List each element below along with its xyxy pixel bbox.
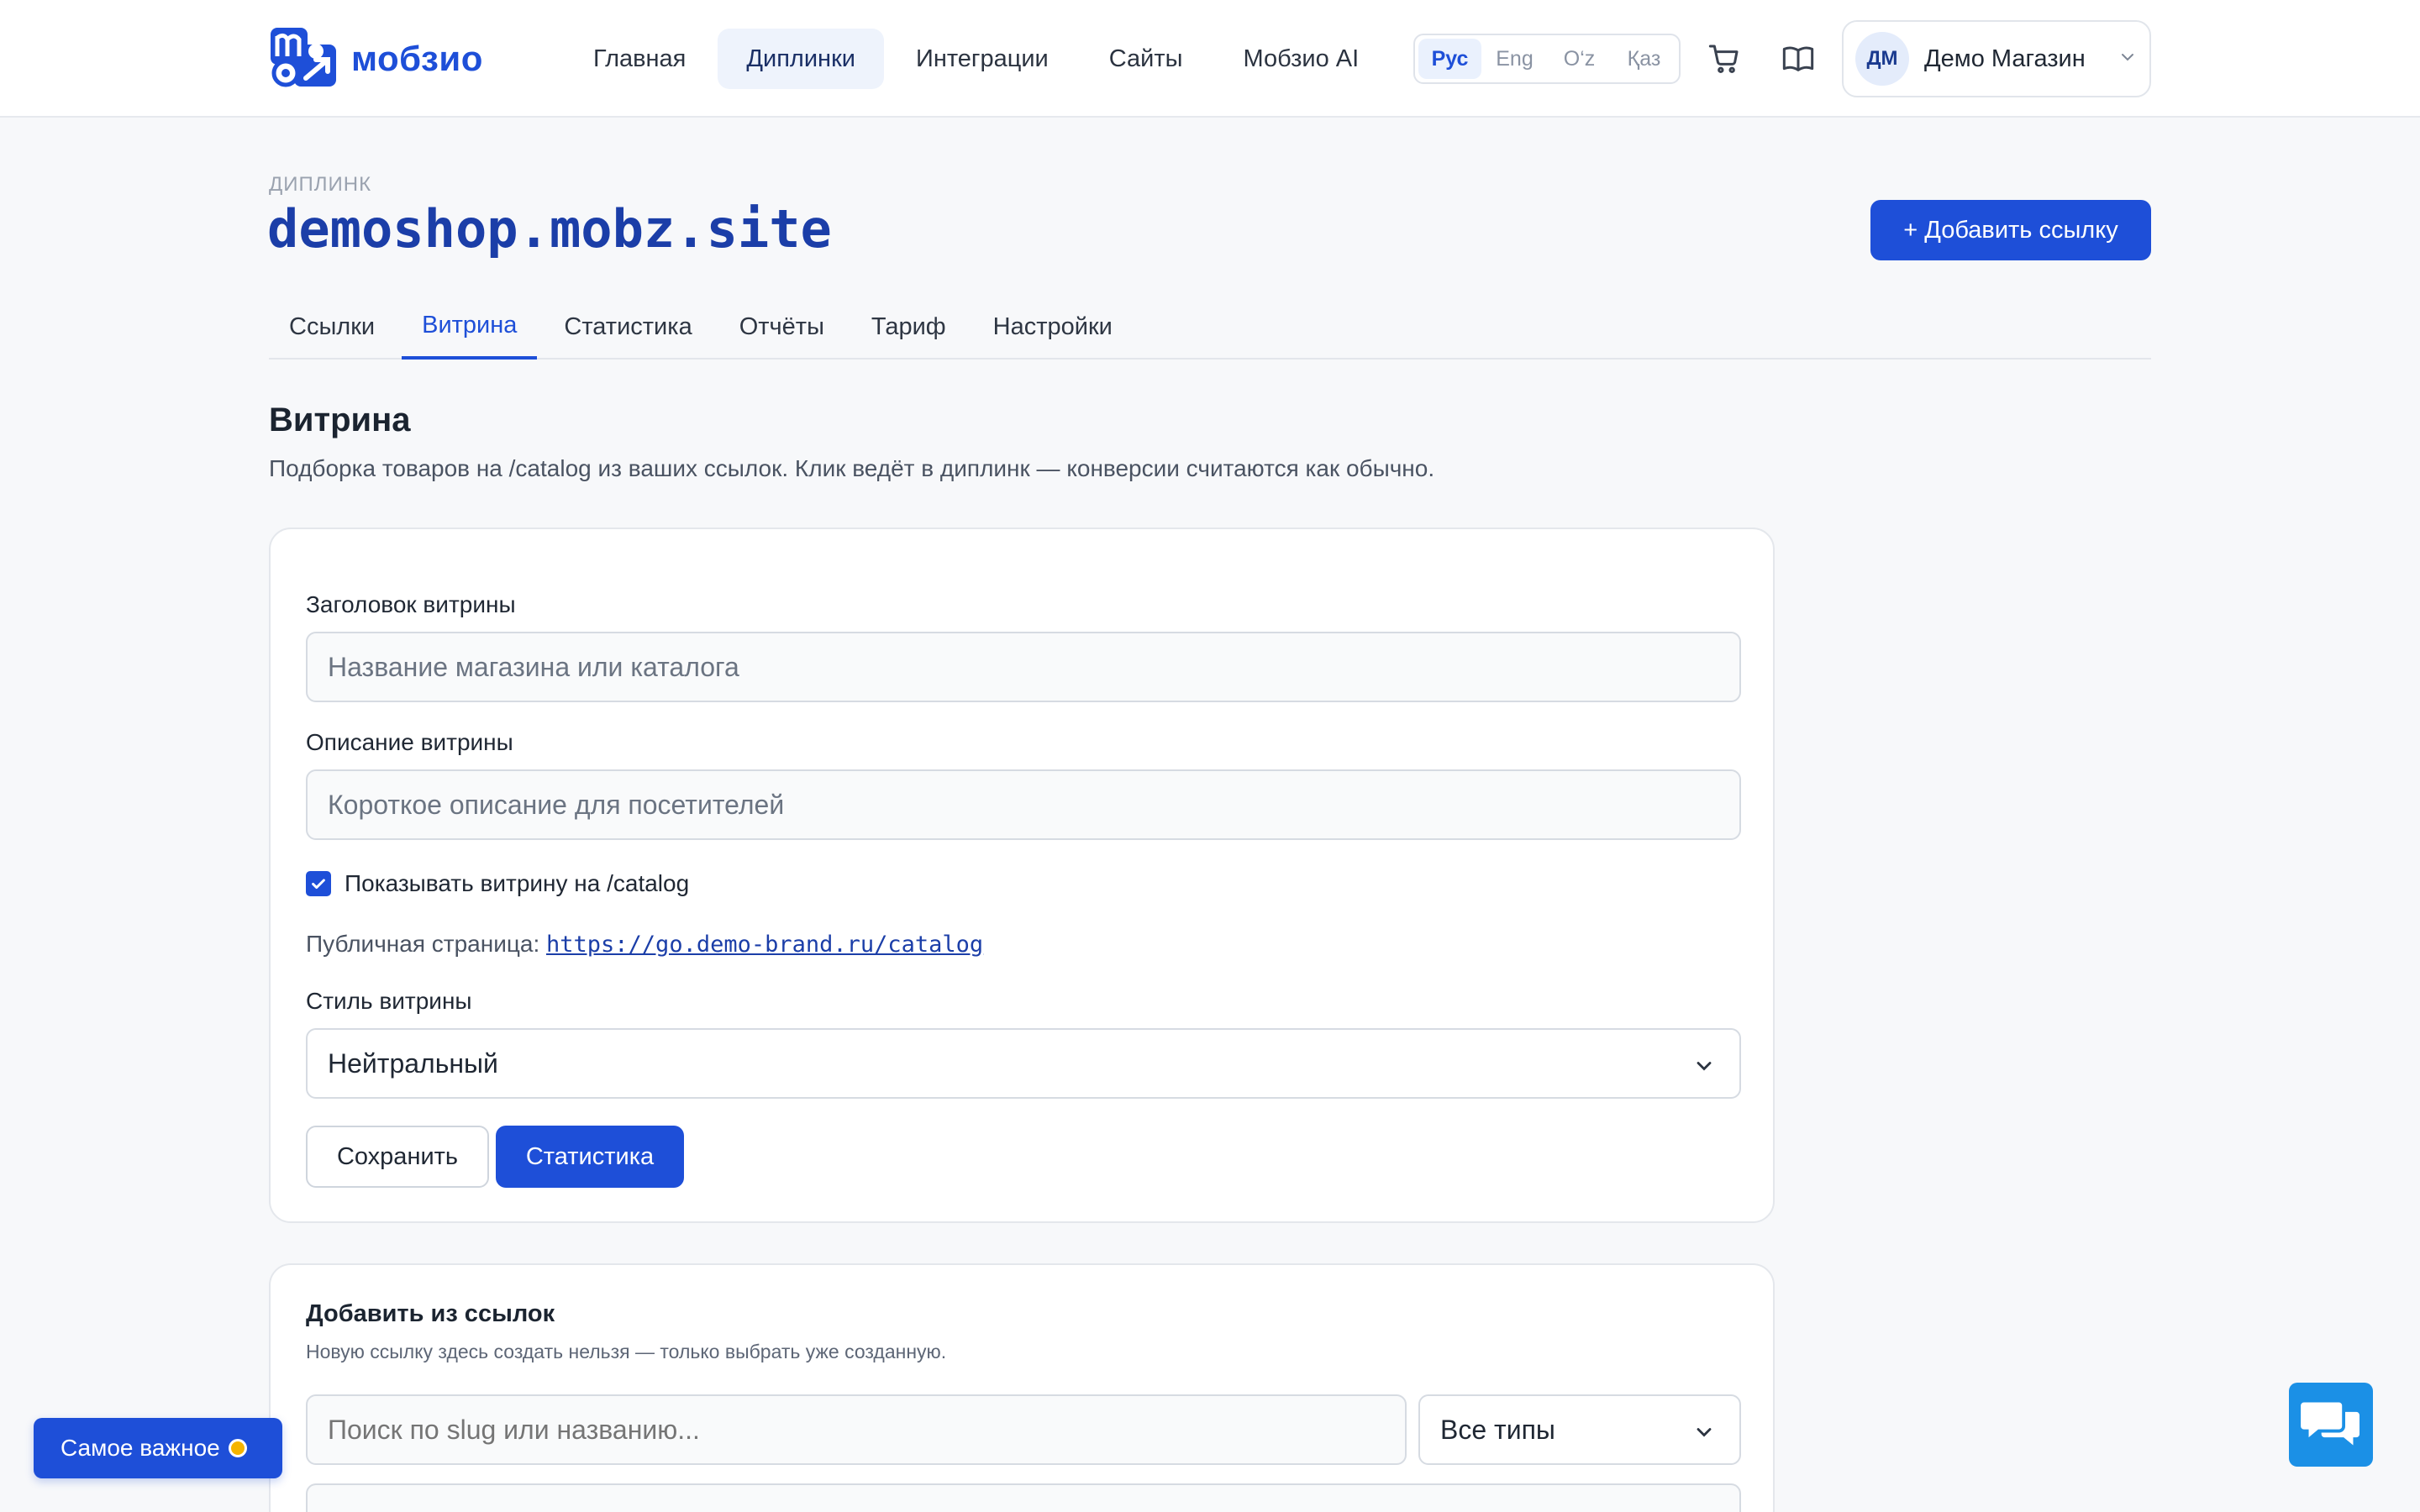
nav-home[interactable]: Главная [565,29,714,89]
cart-icon[interactable] [1704,39,1744,79]
show-catalog-label: Показывать витрину на /catalog [345,870,690,896]
description-field-label: Описание витрины [306,729,513,755]
title-field-label: Заголовок витрины [306,591,516,617]
links-list [306,1483,1741,1512]
logo-mark-icon [269,26,341,92]
section-description: Подборка товаров на /catalog из ваших сс… [269,455,1435,481]
tab-links[interactable]: Ссылки [269,294,395,360]
main-nav: Главная Диплинки Интеграции Сайты Мобзио… [565,29,1387,89]
notification-dot-icon [228,1439,247,1457]
tab-reports[interactable]: Отчёты [719,294,844,360]
book-icon[interactable] [1778,39,1818,79]
showcase-style-select[interactable]: Нейтральный [306,1028,1741,1099]
add-link-button[interactable]: + Добавить ссылку [1870,200,2151,260]
nav-sites[interactable]: Сайты [1081,29,1212,89]
statistics-button[interactable]: Статистика [496,1126,684,1188]
save-button[interactable]: Сохранить [306,1126,489,1188]
public-page-link[interactable]: https://go.demo-brand.ru/catalog [546,932,983,958]
lang-uz[interactable]: O‘z [1548,39,1611,79]
add-from-links-title: Добавить из ссылок [306,1300,555,1327]
link-type-select[interactable]: Все типы [1418,1394,1741,1465]
add-from-links-description: Новую ссылку здесь создать нельзя — толь… [306,1341,947,1362]
avatar: ДМ [1855,32,1909,86]
lang-ru[interactable]: Рус [1418,39,1481,79]
showcase-settings-card: Заголовок витрины Описание витрины Показ… [269,528,1775,1223]
language-switcher: Рус Eng O‘z Қаз [1413,34,1681,84]
page-title: demoshop.mobz.site [267,198,832,260]
tab-showcase[interactable]: Витрина [402,294,538,360]
nav-deeplinks[interactable]: Диплинки [718,29,884,89]
showcase-description-input[interactable] [306,769,1741,840]
add-from-links-card: Добавить из ссылок Новую ссылку здесь со… [269,1263,1775,1512]
important-label: Самое важное [60,1435,220,1461]
links-search-input[interactable] [306,1394,1407,1465]
public-page-row: Публичная страница: https://go.demo-bran… [306,931,983,958]
tab-tariff[interactable]: Тариф [851,294,966,360]
lang-kz[interactable]: Қаз [1612,39,1676,79]
style-field-label: Стиль витрины [306,988,472,1014]
chevron-down-icon [1692,1053,1716,1084]
type-select-value: Все типы [1440,1414,1555,1445]
style-select-value: Нейтральный [328,1047,498,1079]
nav-mobzio-ai[interactable]: Мобзио AI [1215,29,1388,89]
chat-icon[interactable] [2289,1383,2373,1467]
chevron-down-icon [2118,47,2138,71]
tab-statistics[interactable]: Статистика [544,294,712,360]
show-catalog-row[interactable]: Показывать витрину на /catalog [306,870,689,897]
showcase-title-input[interactable] [306,632,1741,702]
show-catalog-checkbox[interactable] [306,871,331,896]
section-title: Витрина [269,402,411,438]
lang-en[interactable]: Eng [1483,39,1546,79]
important-button[interactable]: Самое важное [34,1418,282,1478]
logo[interactable]: мобзио [269,25,483,92]
chevron-down-icon [1692,1420,1716,1451]
public-page-label: Публичная страница: [306,931,540,957]
account-menu[interactable]: ДМ Демо Магазин [1842,20,2151,97]
tab-settings[interactable]: Настройки [973,294,1133,360]
page-tabs: Ссылки Витрина Статистика Отчёты Тариф Н… [269,294,2151,360]
logo-text: мобзио [351,39,483,78]
nav-integrations[interactable]: Интеграции [887,29,1077,89]
page-eyebrow: ДИПЛИНК [269,173,372,196]
account-name: Демо Магазин [1924,45,2086,72]
top-navigation-bar: мобзио Главная Диплинки Интеграции Сайты… [0,0,2420,118]
